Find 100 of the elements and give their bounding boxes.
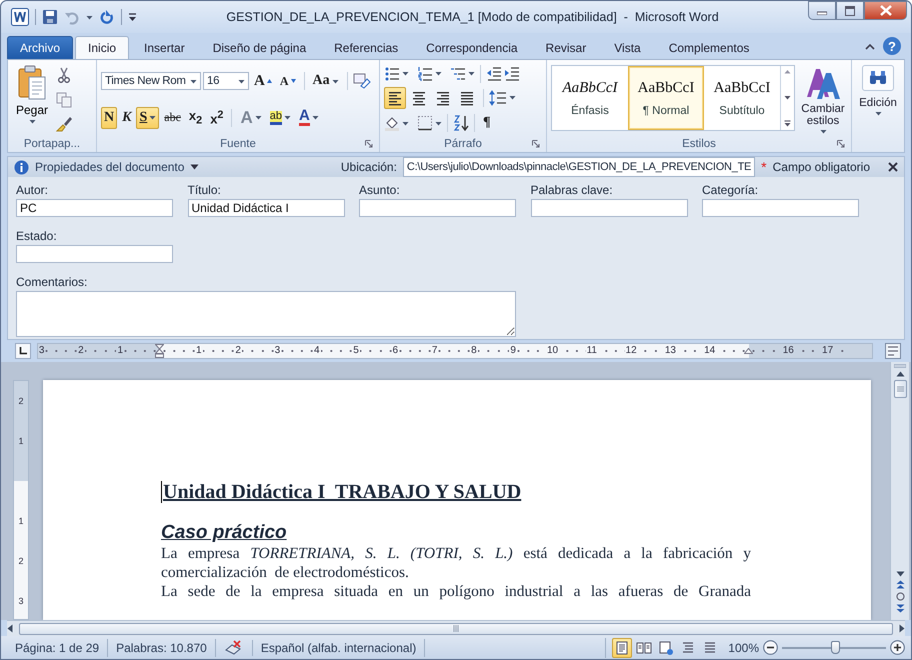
style-item[interactable]: AaBbCcI ¶ Normal <box>628 66 704 130</box>
text-field[interactable]: PC <box>16 199 173 218</box>
redo-icon[interactable] <box>99 9 115 26</box>
caret-icon <box>820 129 826 134</box>
show-marks-button[interactable]: ¶ <box>480 112 494 134</box>
change-styles-button[interactable]: Cambiar estilos <box>799 63 847 136</box>
group-label: Estilos <box>682 138 716 150</box>
sort-icon[interactable] <box>453 115 469 132</box>
paste-button[interactable]: Pegar <box>12 63 52 136</box>
more-styles-icon[interactable] <box>784 120 791 128</box>
text-field[interactable] <box>359 199 516 218</box>
editing-button[interactable]: Edición <box>856 63 900 118</box>
font-color-button[interactable]: A <box>296 106 322 129</box>
document-subheading: Caso práctico <box>161 522 287 544</box>
ribbon-tab[interactable]: Revisar <box>532 36 600 60</box>
vertical-ruler[interactable]: 2 1 1 2 3 <box>13 380 29 620</box>
browse-object-icon[interactable] <box>896 592 904 601</box>
zoom-slider[interactable] <box>782 640 886 656</box>
scroll-thumb[interactable] <box>894 380 906 398</box>
collapse-ribbon-icon[interactable] <box>865 42 875 50</box>
ribbon-tab[interactable]: Diseño de página <box>200 36 320 60</box>
style-item[interactable]: AaBbCcI Énfasis <box>552 66 628 130</box>
save-icon[interactable] <box>42 9 58 26</box>
comments-field[interactable] <box>16 291 516 338</box>
text-field[interactable]: Unidad Didáctica I <box>188 199 344 218</box>
format-toggle[interactable]: abc <box>161 106 184 129</box>
format-toggle[interactable]: K <box>119 106 134 129</box>
font-size-field[interactable]: 16 <box>203 72 249 90</box>
previous-page-icon[interactable] <box>896 580 904 589</box>
close-icon[interactable] <box>888 162 898 172</box>
dialog-launcher-icon[interactable] <box>532 140 540 148</box>
shrink-font-button[interactable]: A <box>276 70 299 92</box>
file-menu-button[interactable]: Archivo <box>7 36 74 60</box>
text-field[interactable] <box>702 199 859 218</box>
document-page[interactable] <box>43 380 871 620</box>
line-spacing-icon[interactable] <box>489 90 507 106</box>
ribbon-tab[interactable]: Complementos <box>656 36 762 60</box>
zoom-level[interactable]: 100% <box>728 640 759 655</box>
page-count[interactable]: Página: 1 de 29 <box>7 638 108 657</box>
indent-marker-icon[interactable] <box>155 344 164 358</box>
ribbon-tab[interactable]: Insertar <box>131 36 198 60</box>
numbering-icon[interactable] <box>417 66 433 82</box>
required-label: Campo obligatorio <box>772 160 870 174</box>
format-toggle[interactable]: x$_{2}$ <box>186 106 206 129</box>
customize-menu-icon[interactable] <box>128 12 137 22</box>
decrease-indent-icon[interactable] <box>486 66 502 82</box>
language[interactable]: Español (alfab. internacional) <box>252 638 426 657</box>
scroll-down-icon[interactable] <box>784 94 791 100</box>
location-field[interactable]: C:\Users\julio\Downloads\pinnacle\GESTION_DE_LA_PREVENCION_TE <box>402 157 756 178</box>
view-button[interactable] <box>612 638 632 658</box>
view-ruler-icon[interactable] <box>885 342 901 359</box>
help-button[interactable]: ? <box>883 37 901 56</box>
minimize-button[interactable] <box>808 1 836 20</box>
horizontal-ruler[interactable]: 3 2 1 1 2 3 4 5 6 7 8 9 10 11 12 13 14 16 17 <box>37 342 873 359</box>
shading-icon[interactable] <box>384 115 400 132</box>
close-button[interactable] <box>864 1 907 20</box>
right-indent-icon[interactable] <box>744 348 754 354</box>
grow-font-button[interactable]: A <box>251 70 275 92</box>
scroll-left-icon[interactable] <box>7 624 13 634</box>
scroll-right-icon[interactable] <box>899 624 905 634</box>
ribbon-tab[interactable]: Inicio <box>75 36 130 60</box>
scroll-down-icon[interactable] <box>896 570 904 577</box>
increase-indent-icon[interactable] <box>504 66 520 82</box>
copy-icon[interactable] <box>56 92 72 108</box>
scissors-icon[interactable] <box>56 67 72 84</box>
dialog-launcher-icon[interactable] <box>837 140 845 148</box>
borders-icon[interactable] <box>417 115 433 132</box>
word-count[interactable]: Palabras: 10.870 <box>108 638 216 657</box>
caret-icon <box>435 120 442 126</box>
zoom-in-button[interactable] <box>890 640 905 656</box>
format-toggle[interactable]: S <box>136 106 160 129</box>
horizontal-scroll-thumb[interactable] <box>19 622 893 635</box>
text-field[interactable] <box>530 199 688 218</box>
caret-icon[interactable] <box>190 164 200 170</box>
dialog-launcher-icon[interactable] <box>365 140 373 148</box>
ribbon-tab[interactable]: Correspondencia <box>413 36 531 60</box>
field-label: Asunto: <box>359 183 401 198</box>
format-toggle[interactable]: x$^{2}$ <box>207 106 226 129</box>
grip-icon <box>453 625 459 632</box>
font-name-field[interactable]: Times New Rom <box>101 72 201 90</box>
ruler-number: 3 <box>17 594 24 607</box>
ribbon-tab[interactable]: Vista <box>601 36 654 60</box>
format-toggle[interactable]: N <box>101 106 118 129</box>
tab-stop-selector[interactable] <box>15 342 31 359</box>
maximize-button[interactable] <box>836 1 864 20</box>
split-handle-icon[interactable] <box>894 364 906 368</box>
paintbrush-icon[interactable] <box>56 116 72 132</box>
clear-formatting-icon[interactable] <box>352 73 371 90</box>
text-field[interactable] <box>16 245 173 264</box>
style-item[interactable]: AaBbCcI Subtítulo <box>704 66 780 130</box>
next-page-icon[interactable] <box>896 604 904 613</box>
multilevel-list-icon[interactable] <box>450 66 466 82</box>
highlight-button[interactable]: ab <box>266 106 294 129</box>
change-case-button[interactable]: Aa <box>310 70 342 92</box>
word-logo-icon[interactable] <box>11 8 29 26</box>
align-button[interactable] <box>384 86 406 108</box>
ribbon-tab[interactable]: Referencias <box>321 36 412 60</box>
scroll-up-icon[interactable] <box>896 370 904 377</box>
zoom-out-button[interactable] <box>763 640 778 656</box>
bullets-icon[interactable] <box>384 66 400 82</box>
